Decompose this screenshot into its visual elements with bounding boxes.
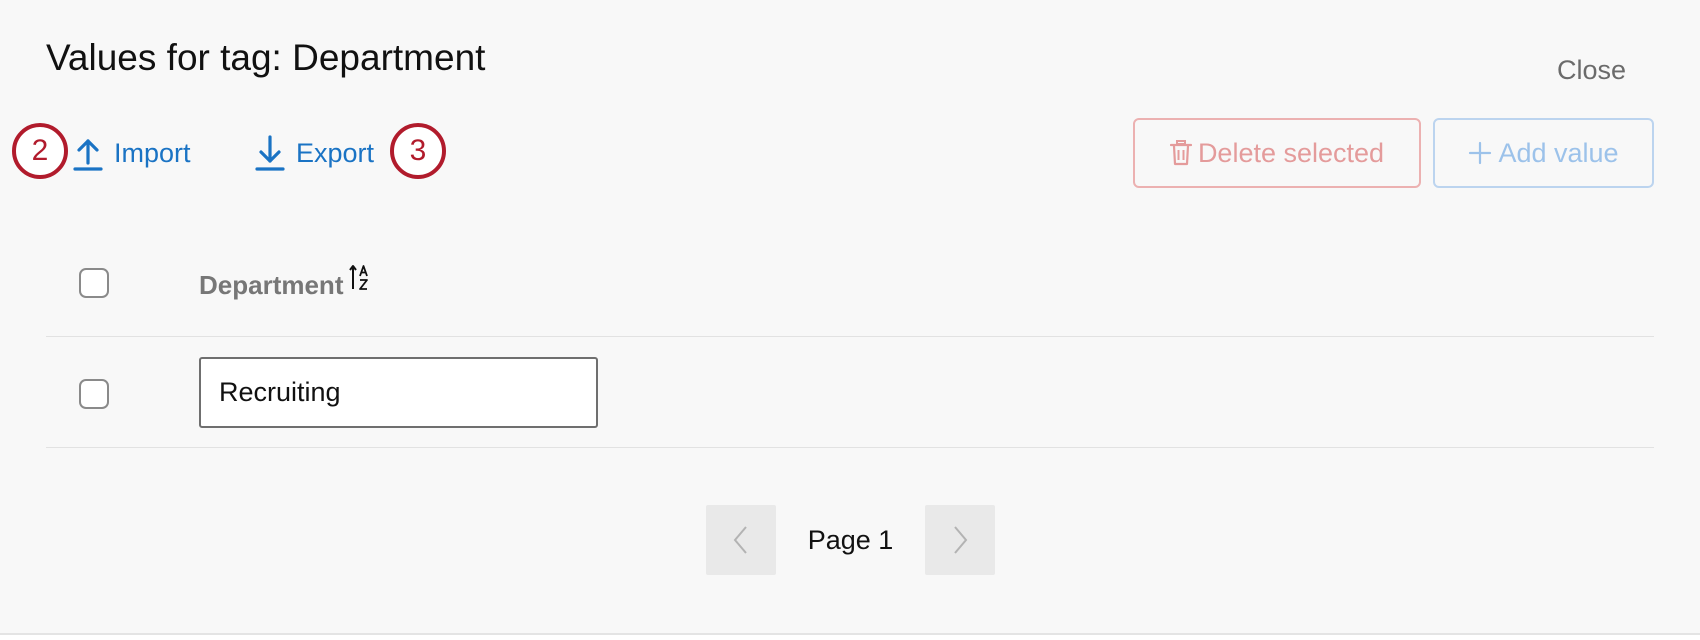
table-divider <box>46 336 1654 337</box>
add-value-button[interactable]: Add value <box>1433 118 1654 188</box>
export-button[interactable]: Export <box>254 133 374 173</box>
trash-icon <box>1169 140 1192 166</box>
next-page-button[interactable] <box>925 505 995 575</box>
close-button[interactable]: Close <box>1557 52 1626 88</box>
table-divider <box>46 447 1654 448</box>
dialog-title: Values for tag: Department <box>46 37 486 78</box>
export-label: Export <box>296 137 375 168</box>
department-value-input[interactable] <box>199 357 598 428</box>
sort-alpha-icon <box>349 265 369 290</box>
tag-values-dialog: Values for tag: Department Close 2 Impor… <box>0 0 1700 635</box>
step-callout-export: 3 <box>390 123 446 179</box>
chevron-right-icon <box>954 526 968 554</box>
import-button[interactable]: Import <box>72 133 191 173</box>
upload-icon <box>73 139 103 171</box>
chevron-left-icon <box>733 526 747 554</box>
import-label: Import <box>114 137 191 168</box>
page-indicator: Page 1 <box>807 525 894 555</box>
column-header-label: Department <box>199 269 344 300</box>
delete-selected-button[interactable]: Delete selected <box>1133 118 1421 188</box>
delete-selected-label: Delete selected <box>1197 137 1385 168</box>
column-header-department[interactable]: Department <box>199 265 371 303</box>
previous-page-button[interactable] <box>706 505 776 575</box>
row-checkbox[interactable] <box>79 379 109 409</box>
step-callout-import: 2 <box>12 123 68 179</box>
download-icon <box>255 135 285 171</box>
select-all-checkbox[interactable] <box>79 268 109 298</box>
add-value-label: Add value <box>1498 137 1619 168</box>
plus-icon <box>1469 141 1492 165</box>
